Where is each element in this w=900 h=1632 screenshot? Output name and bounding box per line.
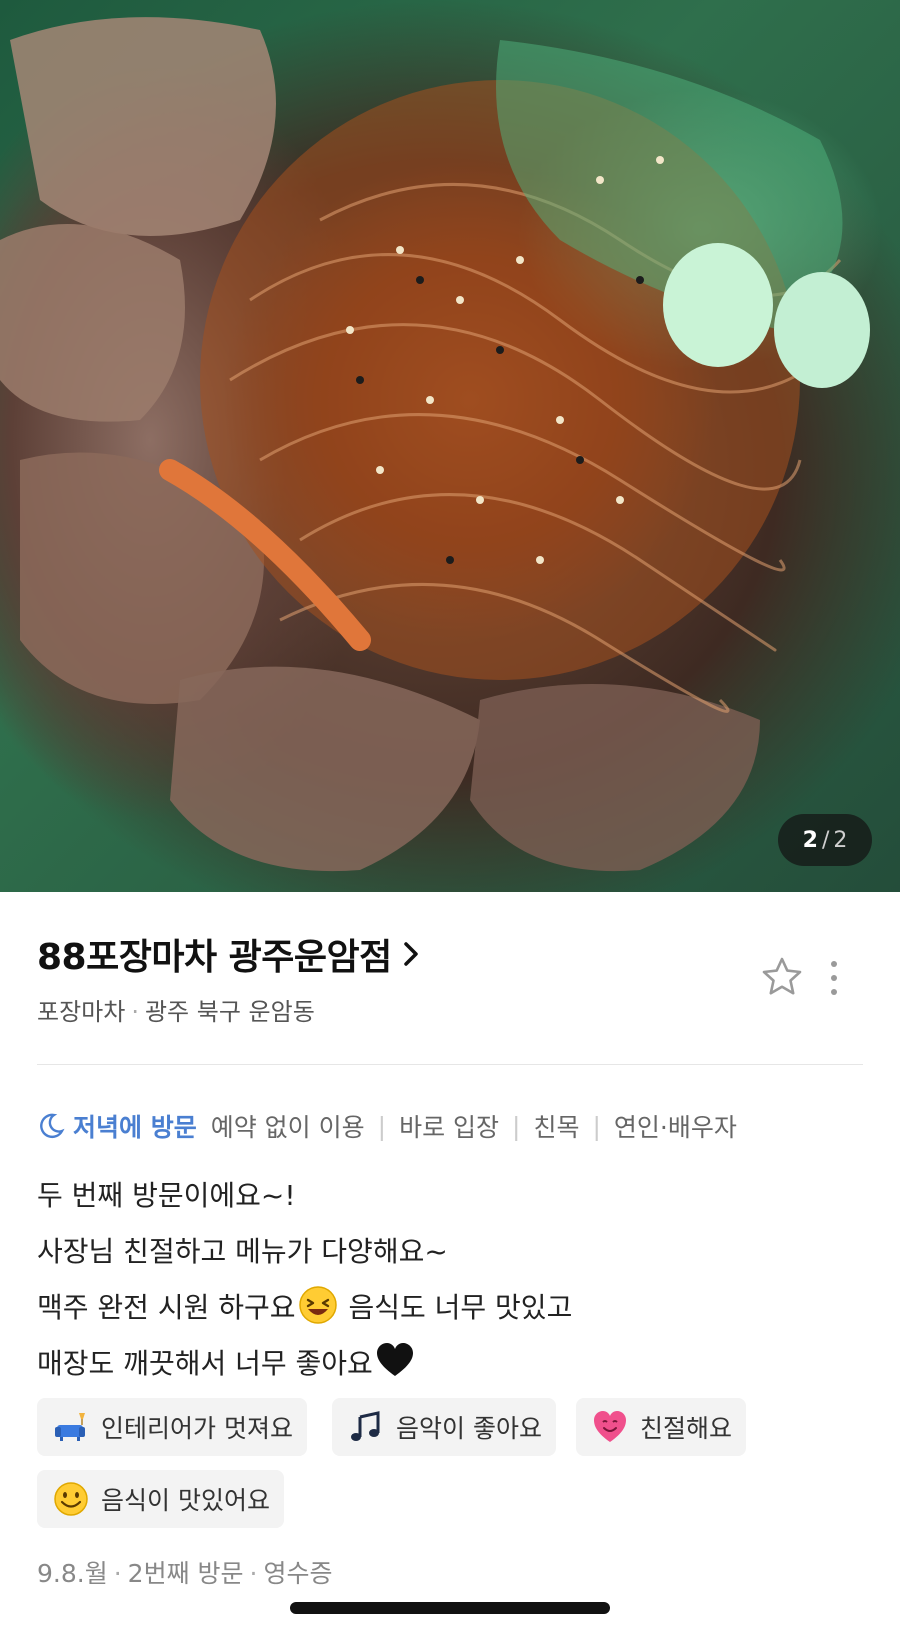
- tag-separator: |: [377, 1111, 387, 1141]
- meta-separator: ·: [249, 1559, 258, 1588]
- place-location: 광주 북구 운암동: [144, 998, 315, 1026]
- review-line: 매장도 깨끗해서 너무 좋아요: [37, 1336, 863, 1392]
- visit-tag: 예약 없이 이용: [210, 1113, 365, 1142]
- meta-separator: ·: [113, 1559, 122, 1588]
- moon-icon: [40, 1113, 65, 1138]
- food-photo-illustration: [0, 17, 870, 872]
- home-indicator: [290, 1602, 610, 1614]
- review-line: 맥주 완전 시원 하구요 음식도 너무 맛있고: [37, 1280, 863, 1336]
- visit-date: 9.8.월: [37, 1559, 108, 1588]
- keyword-chip: 인테리어가 멋져요: [37, 1398, 307, 1456]
- keyword-label: 음식이 맛있어요: [101, 1486, 270, 1515]
- review-text: 두 번째 방문이에요~! 사장님 친절하고 메뉴가 다양해요~ 맥주 완전 시원…: [37, 1168, 863, 1392]
- heart-face-icon: [594, 1411, 626, 1442]
- review-line-part: 맥주 완전 시원 하구요: [37, 1291, 296, 1324]
- review-line: 두 번째 방문이에요~!: [37, 1179, 296, 1212]
- photo-counter-current: 2: [802, 827, 818, 853]
- visit-tag: 바로 입장: [399, 1113, 500, 1142]
- chevron-right-icon: [403, 942, 418, 966]
- place-name-link[interactable]: 88포장마차 광주운암점: [37, 928, 420, 980]
- keyword-chip: 친절해요: [576, 1398, 747, 1456]
- visit-info-row: 저녁에 방문 예약 없이 이용 | 바로 입장 | 친목 | 연인·배우자: [37, 1108, 737, 1144]
- vertical-ellipsis-icon[interactable]: [822, 958, 846, 998]
- keyword-chip: 음식이 맛있어요: [37, 1470, 284, 1528]
- place-separator: ·: [131, 998, 139, 1026]
- place-category: 포장마차: [37, 998, 126, 1026]
- visit-tag: 친목: [533, 1113, 580, 1142]
- section-divider: [37, 1064, 863, 1065]
- sofa-lamp-icon: [55, 1413, 85, 1441]
- visit-count: 2번째 방문: [127, 1559, 244, 1588]
- place-subtitle: 포장마차 · 광주 북구 운암동: [37, 992, 315, 1027]
- tag-separator: |: [512, 1111, 521, 1141]
- visit-tag: 연인·배우자: [613, 1113, 737, 1142]
- receipt-proof: 영수증: [263, 1559, 333, 1588]
- keyword-label: 인테리어가 멋져요: [101, 1414, 293, 1443]
- photo-counter-separator: /: [821, 827, 830, 853]
- review-photo[interactable]: 2 / 2: [0, 0, 900, 892]
- black-heart-emoji: [376, 1343, 413, 1376]
- visit-time: 저녁에 방문: [73, 1113, 197, 1142]
- star-outline-icon[interactable]: [760, 955, 804, 999]
- tag-separator: |: [592, 1111, 601, 1141]
- place-name: 88포장마차 광주운암점: [37, 937, 392, 978]
- review-line-part: 음식도 너무 맛있고: [339, 1291, 573, 1324]
- keyword-label: 친절해요: [640, 1414, 733, 1443]
- laughing-face-emoji: [298, 1286, 337, 1324]
- yummy-face-icon: [54, 1482, 88, 1516]
- photo-counter-total: 2: [833, 827, 848, 853]
- review-line-part: 매장도 깨끗해서 너무 좋아요: [37, 1347, 373, 1380]
- keyword-chip: 음악이 좋아요: [332, 1398, 556, 1456]
- keyword-label: 음악이 좋아요: [396, 1414, 542, 1443]
- music-note-icon: [351, 1411, 380, 1441]
- review-line: 사장님 친절하고 메뉴가 다양해요~: [37, 1235, 448, 1268]
- review-meta: 9.8.월 · 2번째 방문 · 영수증: [37, 1554, 333, 1590]
- photo-counter: 2 / 2: [778, 814, 872, 866]
